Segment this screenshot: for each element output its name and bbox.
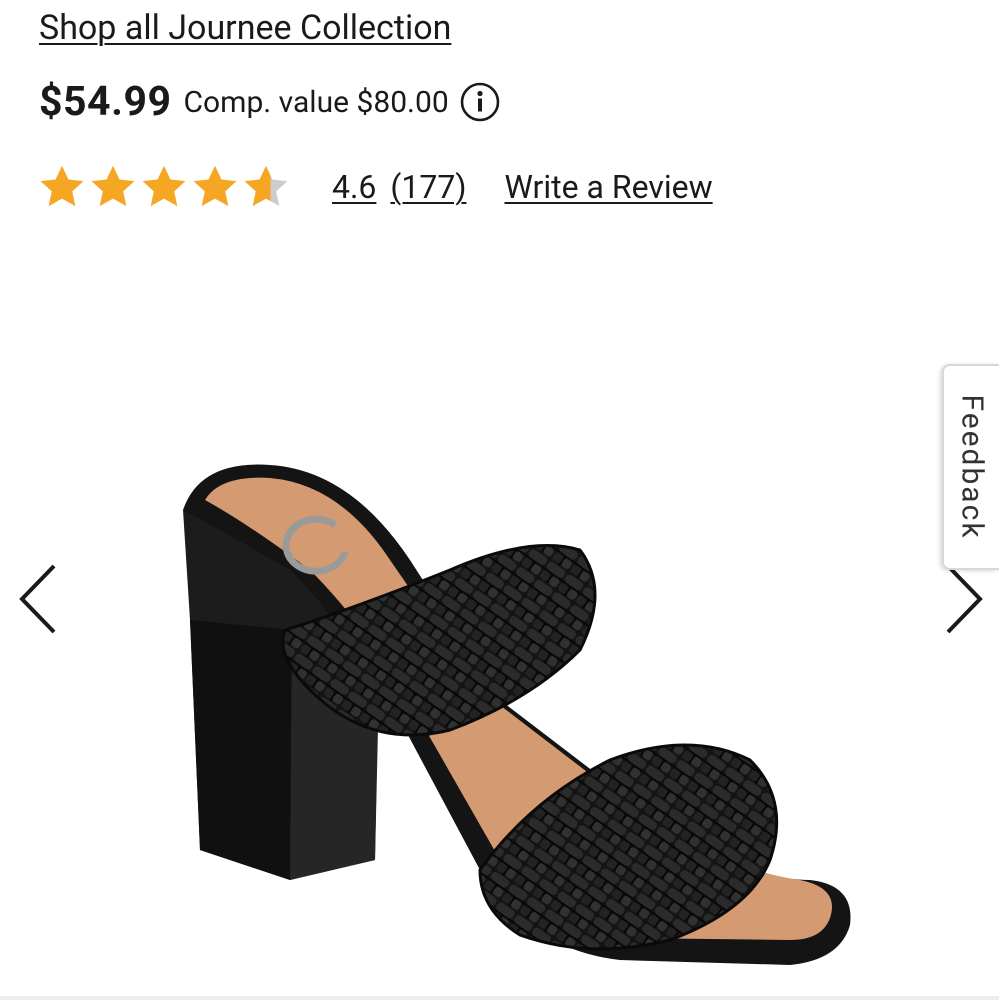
- star-icon: [91, 165, 135, 207]
- chevron-right-icon: [946, 564, 983, 634]
- divider: [0, 996, 999, 1000]
- review-count-link[interactable]: (177): [390, 168, 466, 206]
- star-rating: [37, 162, 292, 212]
- star-icon: [193, 165, 237, 207]
- price-row: $54.99 Comp. value $80.00: [39, 78, 501, 126]
- star-icon: [142, 165, 186, 207]
- product-page: Shop all Journee Collection $54.99 Comp.…: [0, 0, 999, 1000]
- rating-value-link[interactable]: 4.6: [332, 168, 376, 206]
- carousel-prev-button[interactable]: [14, 560, 64, 640]
- feedback-tab[interactable]: Feedback: [942, 364, 999, 570]
- rating-row: 4.6 (177) Write a Review: [37, 162, 713, 212]
- write-review-link[interactable]: Write a Review: [504, 168, 712, 206]
- carousel-next-button[interactable]: [938, 560, 988, 640]
- info-icon[interactable]: [459, 81, 501, 123]
- star-icon: [40, 165, 84, 207]
- product-image[interactable]: [150, 440, 870, 980]
- shop-collection-link[interactable]: Shop all Journee Collection: [39, 8, 451, 48]
- partial-star-icon: [244, 165, 288, 207]
- chevron-left-icon: [19, 564, 56, 634]
- comp-value: Comp. value $80.00: [183, 84, 449, 120]
- feedback-label: Feedback: [954, 394, 989, 540]
- sale-price: $54.99: [39, 78, 172, 126]
